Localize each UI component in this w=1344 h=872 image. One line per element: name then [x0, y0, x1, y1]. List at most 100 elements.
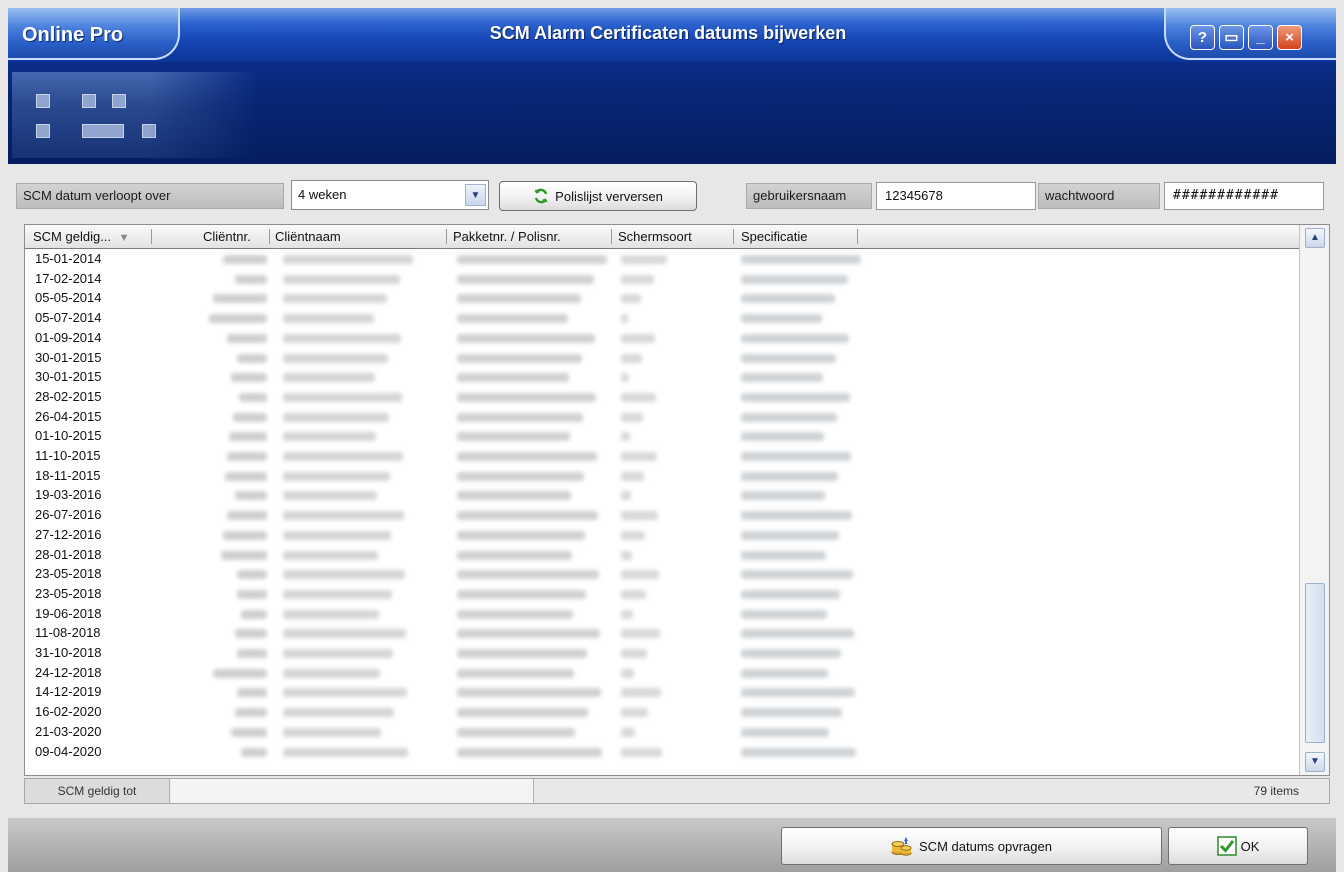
redacted-cell	[621, 550, 632, 560]
redacted-cell	[283, 609, 379, 619]
table-row[interactable]: 30-01-2015	[25, 368, 1300, 388]
redacted-cell	[283, 412, 389, 422]
redacted-cell	[741, 412, 837, 422]
scm-valid-date: 19-06-2018	[35, 605, 102, 621]
column-divider[interactable]	[733, 229, 734, 244]
redacted-cell	[223, 530, 267, 540]
redacted-cell	[741, 452, 851, 461]
column-divider[interactable]	[611, 229, 612, 244]
minimize-button[interactable]: _	[1248, 25, 1273, 50]
table-row[interactable]: 11-08-2018	[25, 624, 1300, 644]
sort-down-icon: ▼	[118, 232, 130, 244]
redacted-cell	[209, 314, 267, 324]
scm-valid-date: 01-09-2014	[35, 329, 102, 345]
redacted-cell	[283, 491, 377, 501]
redacted-cell	[741, 353, 836, 363]
redacted-cell	[621, 747, 662, 757]
scroll-down-icon[interactable]: ▼	[1305, 752, 1325, 772]
refresh-button-label: Polislijst verversen	[555, 188, 663, 204]
password-label: wachtwoord	[1038, 183, 1160, 209]
redacted-cell	[621, 392, 656, 402]
table-row[interactable]: 17-02-2014	[25, 270, 1300, 290]
table-row[interactable]: 21-03-2020	[25, 723, 1300, 743]
restore-button[interactable]: ▭	[1219, 25, 1244, 50]
redacted-cell	[213, 294, 267, 304]
table-row[interactable]: 05-05-2014	[25, 289, 1300, 309]
username-field[interactable]: 12345678	[876, 182, 1036, 210]
expires-select[interactable]: 4 weken ▼	[291, 180, 489, 210]
redacted-cell	[229, 432, 267, 442]
chevron-down-icon[interactable]: ▼	[465, 184, 486, 206]
redacted-cell	[741, 589, 840, 599]
table-row[interactable]: 11-10-2015	[25, 447, 1300, 467]
redacted-cell	[621, 412, 643, 422]
column-divider[interactable]	[446, 229, 447, 244]
redacted-cell	[235, 491, 267, 501]
scm-valid-date: 05-07-2014	[35, 310, 102, 326]
table-row[interactable]: 23-05-2018	[25, 565, 1300, 585]
redacted-cell	[283, 274, 400, 284]
table-row[interactable]: 26-04-2015	[25, 408, 1300, 428]
table-row[interactable]: 01-10-2015	[25, 427, 1300, 447]
table-row[interactable]: 28-02-2015	[25, 388, 1300, 408]
table-row[interactable]: 28-01-2018	[25, 546, 1300, 566]
table-row[interactable]: 24-12-2018	[25, 664, 1300, 684]
redacted-cell	[457, 629, 600, 639]
table-row[interactable]: 14-12-2019	[25, 683, 1300, 703]
table-row[interactable]: 16-02-2020	[25, 703, 1300, 723]
column-header-scm-valid[interactable]: SCM geldig... ▼	[33, 225, 130, 248]
redacted-cell	[283, 471, 390, 481]
redacted-cell	[283, 255, 413, 264]
password-field[interactable]: ############	[1164, 182, 1324, 210]
table-row[interactable]: 30-01-2015	[25, 349, 1300, 369]
column-divider[interactable]	[151, 229, 152, 244]
scm-valid-date: 30-01-2015	[35, 369, 102, 385]
column-divider[interactable]	[269, 229, 270, 244]
request-scm-dates-button[interactable]: SCM datums opvragen	[781, 827, 1162, 865]
redacted-cell	[741, 511, 852, 521]
table-row[interactable]: 19-03-2016	[25, 486, 1300, 506]
redacted-cell	[225, 471, 267, 481]
status-bar: SCM geldig tot 79 items	[24, 778, 1330, 804]
scm-valid-date: 14-12-2019	[35, 684, 102, 700]
table-row[interactable]: 27-12-2016	[25, 526, 1300, 546]
redacted-cell	[457, 609, 573, 619]
table-row[interactable]: 26-07-2016	[25, 506, 1300, 526]
vertical-scrollbar[interactable]: ▲ ▼	[1299, 225, 1329, 775]
redacted-cell	[741, 314, 822, 324]
ok-button-label: OK	[1240, 838, 1260, 854]
app-name: Online Pro	[22, 24, 124, 46]
scroll-thumb[interactable]	[1305, 583, 1325, 743]
redacted-cell	[741, 668, 828, 678]
table-row[interactable]: 15-01-2014	[25, 250, 1300, 270]
column-header-policy-nr[interactable]: Pakketnr. / Polisnr.	[453, 225, 561, 248]
redacted-cell	[621, 471, 644, 481]
table-row[interactable]: 23-05-2018	[25, 585, 1300, 605]
column-header-client-name[interactable]: Cliëntnaam	[275, 225, 341, 248]
refresh-policies-button[interactable]: Polislijst verversen	[499, 181, 697, 211]
column-header-screen-type[interactable]: Schermsoort	[618, 225, 692, 248]
column-header-specification[interactable]: Specificatie	[741, 225, 807, 248]
redacted-cell	[741, 471, 838, 481]
column-header-client-nr[interactable]: Cliëntnr.	[203, 225, 251, 248]
redacted-cell	[457, 412, 583, 422]
table-row[interactable]: 31-10-2018	[25, 644, 1300, 664]
help-button[interactable]: ?	[1190, 25, 1215, 50]
redacted-cell	[283, 688, 407, 698]
redacted-cell	[283, 353, 388, 363]
table-row[interactable]: 19-06-2018	[25, 605, 1300, 625]
table-row[interactable]: 05-07-2014	[25, 309, 1300, 329]
ok-button[interactable]: OK	[1168, 827, 1308, 865]
column-divider[interactable]	[857, 229, 858, 244]
redacted-cell	[241, 747, 267, 757]
scroll-up-icon[interactable]: ▲	[1305, 228, 1325, 248]
redacted-cell	[741, 392, 850, 402]
building-window	[112, 94, 126, 108]
table-row[interactable]: 01-09-2014	[25, 329, 1300, 349]
scm-valid-date: 18-11-2015	[35, 467, 101, 483]
redacted-cell	[283, 649, 393, 658]
close-button[interactable]: ×	[1277, 25, 1302, 50]
status-filter-field[interactable]	[171, 779, 534, 803]
table-row[interactable]: 09-04-2020	[25, 743, 1300, 763]
table-row[interactable]: 18-11-2015	[25, 467, 1300, 487]
